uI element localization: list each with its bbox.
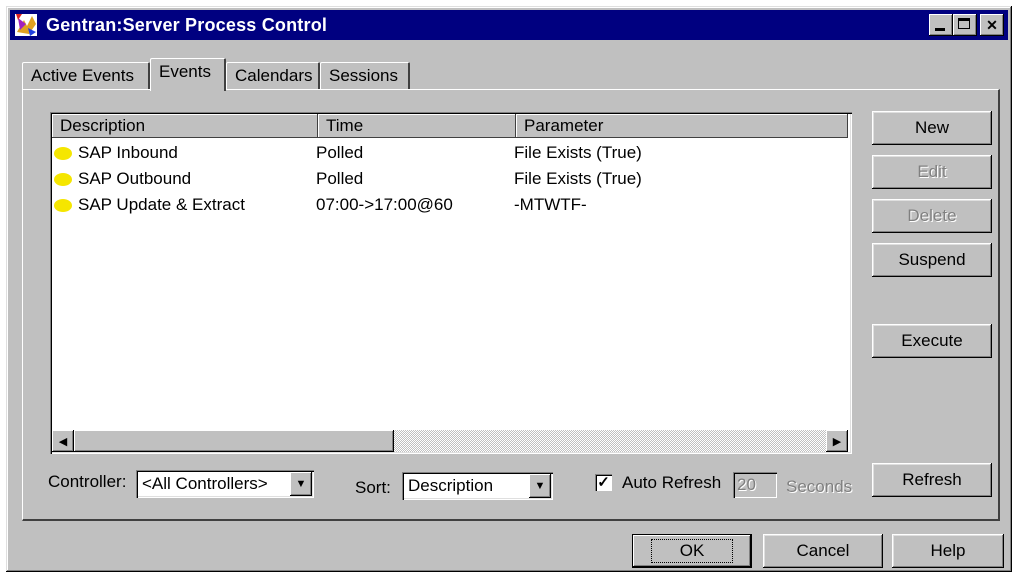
tab-calendars[interactable]: Calendars — [226, 62, 320, 90]
minimize-button[interactable] — [929, 14, 953, 36]
button-label: Help — [930, 541, 966, 560]
maximize-icon — [958, 18, 970, 29]
events-tab-panel — [22, 89, 1000, 521]
tab-sessions[interactable]: Sessions — [320, 62, 410, 90]
tab-label: Sessions — [329, 66, 398, 85]
tab-label: Calendars — [235, 66, 313, 85]
close-button[interactable]: ✕ — [980, 14, 1004, 36]
tab-active-events[interactable]: Active Events — [22, 62, 150, 90]
minimize-icon — [935, 28, 945, 31]
title-bar[interactable]: Gentran:Server Process Control ✕ — [10, 10, 1008, 40]
gentran-app-icon — [15, 14, 37, 36]
button-label: OK — [650, 539, 734, 563]
maximize-button[interactable] — [953, 14, 977, 36]
cancel-button[interactable]: Cancel — [763, 534, 883, 568]
tab-label: Active Events — [31, 66, 134, 85]
window-title: Gentran:Server Process Control — [46, 14, 328, 35]
tab-events[interactable]: Events — [150, 58, 226, 91]
tab-label: Events — [159, 62, 211, 81]
ok-button[interactable]: OK — [632, 534, 752, 568]
close-icon: ✕ — [986, 16, 998, 33]
button-label: Cancel — [796, 541, 850, 560]
help-button[interactable]: Help — [892, 534, 1004, 568]
